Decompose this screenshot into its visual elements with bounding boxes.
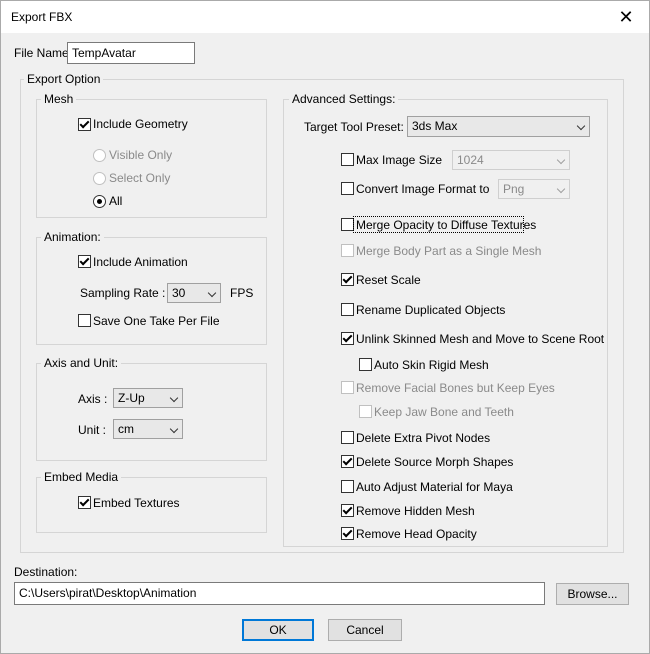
keep-jaw-label: Keep Jaw Bone and Teeth	[374, 405, 514, 419]
max-image-size-value: 1024	[457, 153, 484, 167]
max-image-size-select[interactable]: 1024	[452, 150, 570, 170]
export-option-label: Export Option	[24, 72, 104, 86]
animation-label: Animation:	[41, 230, 104, 244]
unit-label: Unit :	[78, 423, 107, 437]
delete-morph-label: Delete Source Morph Shapes	[356, 455, 514, 469]
target-preset-label: Target Tool Preset:	[304, 120, 404, 134]
remove-head-opacity-label: Remove Head Opacity	[356, 527, 477, 541]
save-one-take-label: Save One Take Per File	[93, 314, 220, 328]
merge-body-label: Merge Body Part as a Single Mesh	[356, 244, 542, 258]
auto-adjust-checkbox[interactable]	[341, 480, 354, 493]
cancel-button[interactable]: Cancel	[328, 619, 402, 641]
chevron-down-icon	[576, 121, 586, 131]
reset-scale-checkbox[interactable]	[341, 273, 354, 286]
chevron-down-icon	[169, 393, 179, 403]
visible-only-label: Visible Only	[109, 148, 173, 162]
unlink-skinned-checkbox[interactable]	[341, 332, 354, 345]
chevron-down-icon	[207, 288, 217, 298]
unlink-skinned-label: Unlink Skinned Mesh and Move to Scene Ro…	[356, 332, 605, 346]
sampling-rate-label: Sampling Rate :	[80, 286, 166, 300]
advanced-settings-label: Advanced Settings:	[289, 92, 399, 106]
merge-body-checkbox[interactable]	[341, 244, 354, 257]
rename-dup-checkbox[interactable]	[341, 303, 354, 316]
convert-format-checkbox[interactable]	[341, 182, 354, 195]
remove-facial-label: Remove Facial Bones but Keep Eyes	[356, 381, 555, 395]
target-preset-value: 3ds Max	[412, 119, 458, 133]
convert-format-label: Convert Image Format to	[356, 182, 490, 196]
include-animation-label: Include Animation	[93, 255, 188, 269]
merge-opacity-label: Merge Opacity to Diffuse Textures	[356, 218, 537, 232]
auto-skin-label: Auto Skin Rigid Mesh	[374, 358, 489, 372]
destination-label: Destination:	[14, 565, 78, 579]
auto-adjust-label: Auto Adjust Material for Maya	[356, 480, 513, 494]
ok-button[interactable]: OK	[242, 619, 314, 641]
include-animation-checkbox[interactable]	[78, 255, 91, 268]
title-bar[interactable]: Export FBX ✕	[1, 1, 649, 33]
save-one-take-checkbox[interactable]	[78, 314, 91, 327]
axis-label: Axis :	[78, 392, 108, 406]
reset-scale-label: Reset Scale	[356, 273, 421, 287]
select-only-radio[interactable]	[93, 172, 106, 185]
window-title: Export FBX	[11, 10, 73, 24]
keep-jaw-checkbox[interactable]	[359, 405, 372, 418]
unit-select[interactable]: cm	[113, 419, 183, 439]
axis-select[interactable]: Z-Up	[113, 388, 183, 408]
embed-textures-label: Embed Textures	[93, 496, 180, 510]
convert-format-value: Png	[503, 182, 525, 196]
delete-pivot-checkbox[interactable]	[341, 431, 354, 444]
visible-only-radio[interactable]	[93, 149, 106, 162]
chevron-down-icon	[169, 424, 179, 434]
embed-media-label: Embed Media	[41, 470, 122, 484]
remove-head-opacity-checkbox[interactable]	[341, 527, 354, 540]
destination-input[interactable]: C:\Users\pirat\Desktop\Animation	[14, 582, 545, 605]
file-name-label: File Name:	[14, 46, 73, 60]
include-geometry-label: Include Geometry	[93, 117, 188, 131]
axis-unit-label: Axis and Unit:	[41, 356, 122, 370]
all-label: All	[109, 194, 123, 208]
remove-hidden-checkbox[interactable]	[341, 504, 354, 517]
include-geometry-checkbox[interactable]	[78, 118, 91, 131]
auto-skin-checkbox[interactable]	[359, 358, 372, 371]
convert-format-select[interactable]: Png	[498, 179, 570, 199]
export-fbx-dialog: Export FBX ✕ File Name: TempAvatar Expor…	[0, 0, 650, 654]
axis-unit-group	[36, 363, 267, 461]
chevron-down-icon	[556, 184, 566, 194]
remove-facial-checkbox[interactable]	[341, 381, 354, 394]
sampling-rate-select[interactable]: 30	[167, 283, 221, 303]
unit-value: cm	[118, 422, 134, 436]
browse-button[interactable]: Browse...	[556, 583, 629, 605]
axis-value: Z-Up	[118, 391, 145, 405]
file-name-input[interactable]: TempAvatar	[67, 42, 195, 64]
max-image-size-checkbox[interactable]	[341, 153, 354, 166]
delete-morph-checkbox[interactable]	[341, 455, 354, 468]
mesh-label: Mesh	[41, 92, 77, 106]
delete-pivot-label: Delete Extra Pivot Nodes	[356, 431, 491, 445]
select-only-label: Select Only	[109, 171, 171, 185]
all-radio[interactable]	[93, 195, 106, 208]
fps-label: FPS	[230, 286, 254, 300]
target-preset-select[interactable]: 3ds Max	[407, 116, 590, 137]
remove-hidden-label: Remove Hidden Mesh	[356, 504, 475, 518]
close-icon[interactable]: ✕	[603, 1, 649, 33]
embed-textures-checkbox[interactable]	[78, 496, 91, 509]
chevron-down-icon	[556, 155, 566, 165]
rename-dup-label: Rename Duplicated Objects	[356, 303, 506, 317]
max-image-size-label: Max Image Size	[356, 153, 443, 167]
sampling-rate-value: 30	[172, 286, 186, 300]
